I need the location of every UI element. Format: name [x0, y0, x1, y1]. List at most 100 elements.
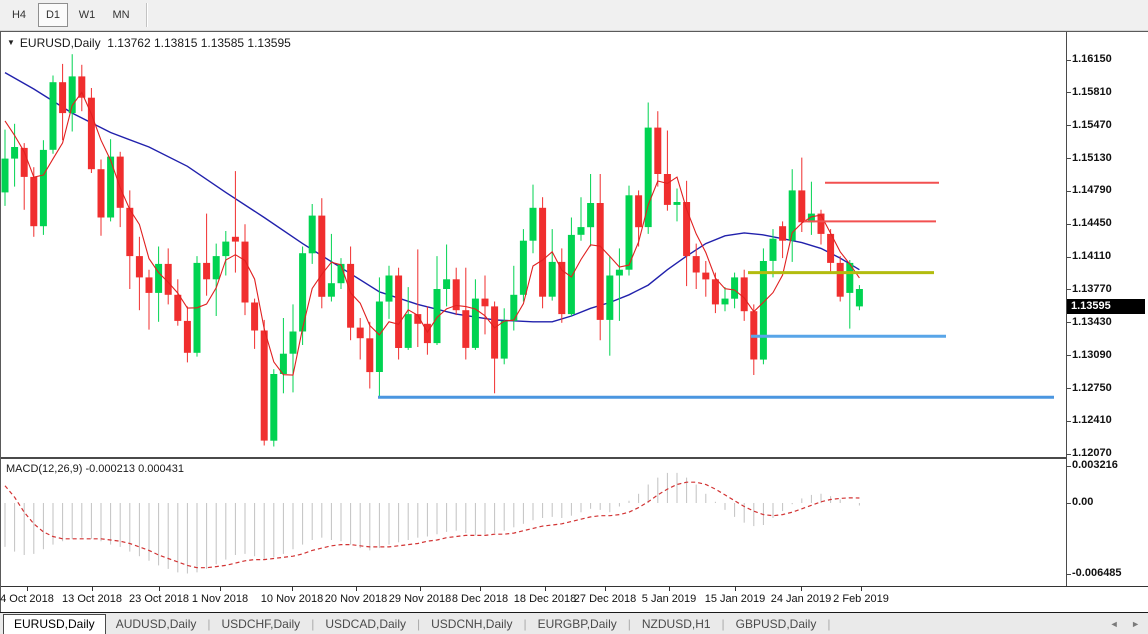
symbol-tab-usdcnh[interactable]: USDCNH,Daily: [421, 614, 522, 634]
macd-canvas[interactable]: [1, 459, 1066, 586]
date-axis-label: 18 Dec 2018: [514, 593, 576, 605]
chart-symbol-label: EURUSD,Daily: [20, 36, 101, 50]
candle-body: [664, 174, 671, 205]
candle-body: [290, 332, 297, 354]
symbol-tab-eurusd[interactable]: EURUSD,Daily: [3, 614, 106, 634]
candle-body: [126, 208, 133, 256]
candle-body: [261, 331, 268, 441]
symbol-tab-gbpusd[interactable]: GBPUSD,Daily: [726, 614, 827, 634]
date-axis-label: 5 Jan 2019: [642, 593, 696, 605]
current-price-badge: 1.13595: [1067, 299, 1145, 314]
price-axis-label: 1.15810: [1072, 86, 1112, 98]
date-axis-label: 27 Dec 2018: [574, 593, 636, 605]
price-tick: [1066, 454, 1071, 455]
date-tick: [735, 587, 736, 591]
candle-body: [2, 159, 9, 193]
chart-window: ▼EURUSD,Daily 1.13762 1.13815 1.13585 1.…: [0, 31, 1148, 613]
candle-body: [251, 303, 258, 331]
candle-body: [213, 256, 220, 279]
date-tick: [480, 587, 481, 591]
price-tick: [1066, 289, 1071, 290]
candle-body: [222, 242, 229, 257]
date-tick: [861, 587, 862, 591]
macd-axis-label: -0.006485: [1072, 567, 1122, 579]
candle-body: [434, 289, 441, 343]
candle-body: [779, 226, 786, 241]
macd-signal-line: [5, 482, 859, 568]
tab-scroll-left-icon[interactable]: ◄: [1110, 619, 1119, 629]
date-axis-label: 23 Oct 2018: [129, 593, 189, 605]
candle-body: [520, 241, 527, 295]
price-axis-label: 1.14450: [1072, 217, 1112, 229]
date-tick: [27, 587, 28, 591]
candle-body: [270, 374, 277, 441]
candle-body: [203, 263, 210, 279]
candle-body: [597, 203, 604, 320]
price-axis-label: 1.14790: [1072, 184, 1112, 196]
symbol-tab-usdchf[interactable]: USDCHF,Daily: [212, 614, 311, 634]
price-axis-label: 1.13770: [1072, 283, 1112, 295]
candle-body: [98, 169, 105, 217]
date-axis-label: 13 Oct 2018: [62, 593, 122, 605]
symbol-tab-usdcad[interactable]: USDCAD,Daily: [315, 614, 416, 634]
timeframe-button-d1[interactable]: D1: [38, 3, 68, 27]
date-tick: [420, 587, 421, 591]
price-tick: [1066, 158, 1071, 159]
candle-body: [674, 202, 681, 205]
symbol-tab-nzdusd[interactable]: NZDUSD,H1: [632, 614, 721, 634]
date-axis-label: 24 Jan 2019: [771, 593, 832, 605]
symbol-tab-audusd[interactable]: AUDUSD,Daily: [106, 614, 207, 634]
collapse-triangle-icon[interactable]: ▼: [7, 38, 15, 47]
candle-body: [386, 276, 393, 302]
candle-body: [770, 239, 777, 261]
date-tick: [159, 587, 160, 591]
date-axis-label: 8 Dec 2018: [452, 593, 508, 605]
candle-body: [146, 277, 153, 293]
candle-body: [376, 302, 383, 373]
date-axis[interactable]: 4 Oct 201813 Oct 201823 Oct 20181 Nov 20…: [1, 586, 1148, 614]
timeframe-button-mn[interactable]: MN: [106, 3, 136, 27]
candle-body: [856, 289, 863, 306]
tab-separator: |: [826, 617, 831, 631]
timeframe-button-h4[interactable]: H4: [4, 3, 34, 27]
timeframe-button-w1[interactable]: W1: [72, 3, 102, 27]
candle-body: [174, 295, 181, 321]
candle-body: [654, 128, 661, 174]
price-chart-canvas[interactable]: [1, 32, 1066, 457]
candle-body: [530, 208, 537, 241]
candle-body: [587, 203, 594, 227]
candle-body: [472, 299, 479, 348]
price-tick: [1066, 224, 1071, 225]
symbol-tab-eurgbp[interactable]: EURGBP,Daily: [528, 614, 627, 634]
candle-body: [798, 190, 805, 222]
toolbar-separator: [146, 3, 148, 27]
date-axis-label: 4 Oct 2018: [0, 593, 54, 605]
date-axis-label: 10 Nov 2018: [261, 593, 323, 605]
timeframe-toolbar: H4D1W1MN: [0, 0, 1148, 31]
candle-body: [232, 237, 239, 242]
candle-body: [59, 82, 66, 113]
candle-body: [539, 208, 546, 297]
tab-scroll-right-icon[interactable]: ►: [1131, 619, 1140, 629]
candle-body: [462, 310, 469, 348]
price-axis-label: 1.13090: [1072, 349, 1112, 361]
price-axis-label: 1.13430: [1072, 316, 1112, 328]
date-axis-label: 29 Nov 2018: [389, 593, 451, 605]
date-axis-label: 2 Feb 2019: [833, 593, 889, 605]
candle-body: [741, 277, 748, 311]
price-tick: [1066, 92, 1071, 93]
candle-body: [11, 147, 18, 159]
candle-body: [712, 279, 719, 304]
candle-body: [635, 195, 642, 227]
candle-body: [50, 82, 57, 150]
mt4-window: H4D1W1MN ▼EURUSD,Daily 1.13762 1.13815 1…: [0, 0, 1148, 634]
macd-axis-label: 0.003216: [1072, 459, 1118, 471]
macd-label: MACD(12,26,9) -0.000213 0.000431: [6, 463, 184, 475]
price-axis-label: 1.15130: [1072, 152, 1112, 164]
tab-scroll-arrows: ◄ ►: [1100, 613, 1140, 634]
candle-body: [328, 283, 335, 297]
price-tick: [1066, 125, 1071, 126]
candle-body: [443, 279, 450, 289]
price-axis-label: 1.16150: [1072, 53, 1112, 65]
candle-body: [616, 270, 623, 276]
